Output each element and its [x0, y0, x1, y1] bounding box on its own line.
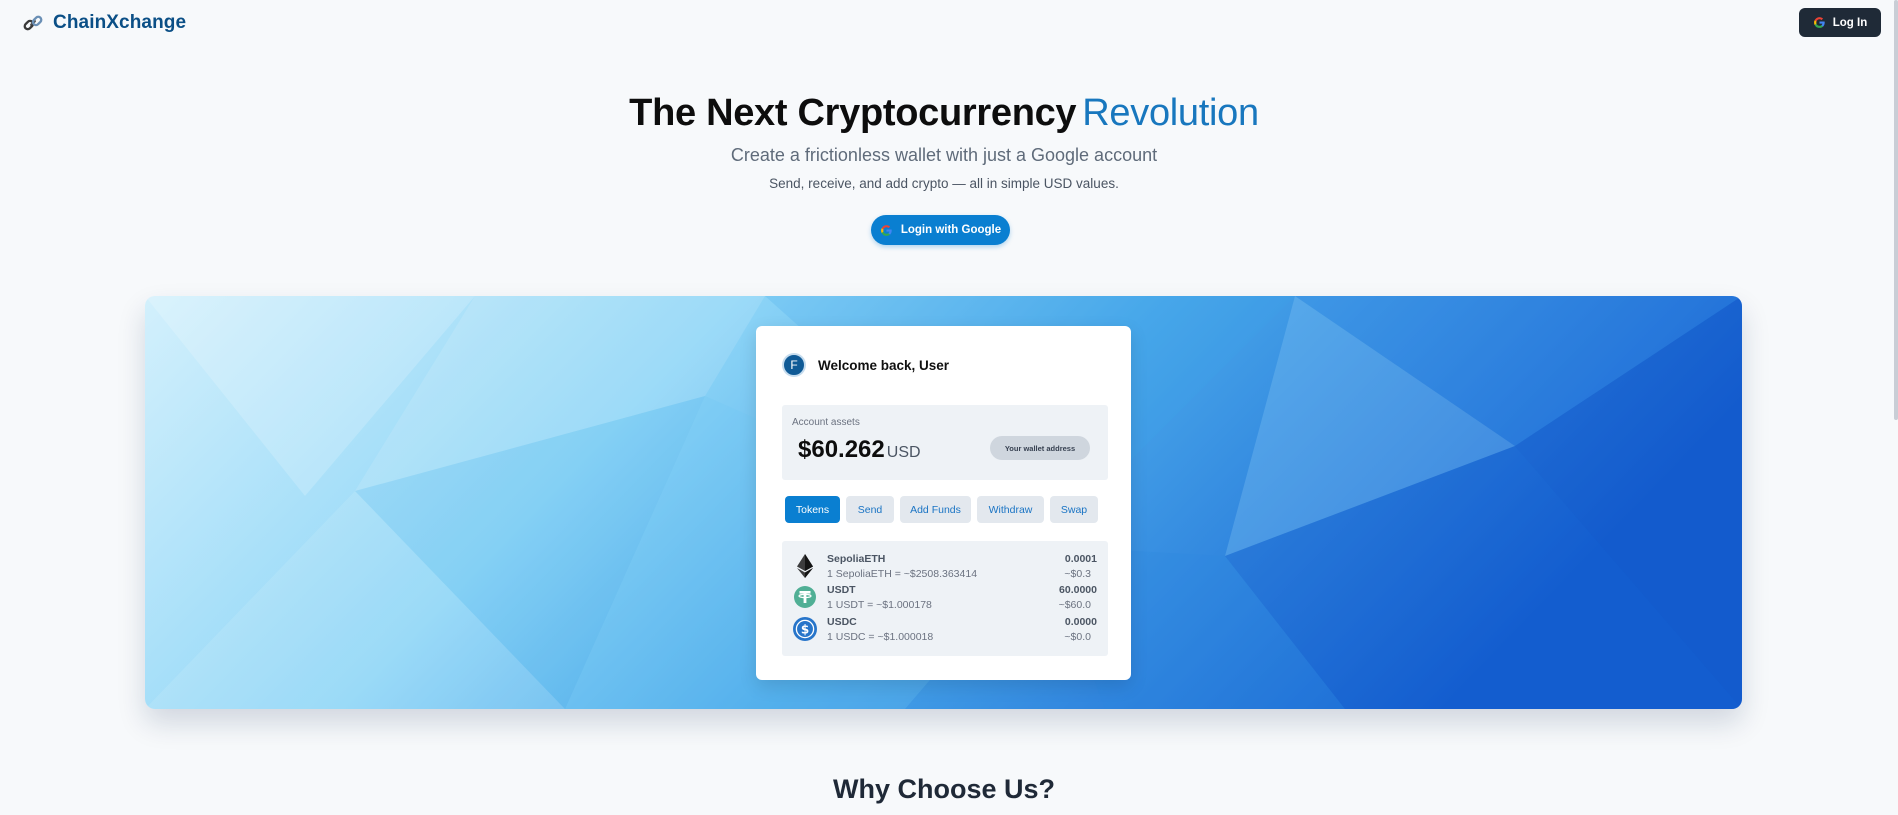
token-balance: 0.0000 — [1064, 616, 1097, 628]
login-with-google-button[interactable]: Login with Google — [871, 215, 1010, 245]
brand-logo[interactable]: ChainXchange — [22, 12, 186, 34]
hero-title-accent: Revolution — [1082, 92, 1259, 134]
tab-send[interactable]: Send — [846, 496, 894, 523]
login-button[interactable]: Log In — [1799, 8, 1881, 37]
hero-subtitle: Create a frictionless wallet with just a… — [730, 145, 1158, 165]
welcome-text: Welcome back, User — [818, 357, 950, 373]
tab-tokens[interactable]: Tokens — [785, 496, 840, 523]
token-row-usdt[interactable]: USDT 1 USDT = ~$1.000178 60.0000 ~$60.0 — [782, 584, 1108, 616]
tether-icon — [794, 586, 816, 608]
assets-value: $60.262 — [798, 436, 885, 463]
token-row-usdc[interactable]: $ USDC 1 USDC = ~$1.000018 0.0000 ~$0.0 — [782, 616, 1108, 648]
login-label: Log In — [1832, 16, 1868, 29]
hero-title-main: The Next Cryptocurrency — [629, 92, 1077, 134]
wallet-card: F Welcome back, User Account assets $60.… — [756, 326, 1131, 680]
avatar[interactable]: F — [782, 353, 806, 377]
usdc-icon: $ — [793, 617, 817, 641]
svg-text:$: $ — [801, 623, 809, 637]
scrollbar-thumb[interactable] — [1894, 0, 1898, 420]
token-usd-value: ~$60.0 — [1058, 599, 1091, 611]
token-rate: 1 USDC = ~$1.000018 — [827, 631, 934, 643]
token-usd-value: ~$0.0 — [1064, 631, 1091, 643]
welcome-header: F Welcome back, User — [782, 353, 949, 377]
token-list: SepoliaETH 1 SepoliaETH = ~$2508.363414 … — [782, 541, 1108, 656]
wallet-address-button[interactable]: Your wallet address — [990, 436, 1090, 460]
hero-description: Send, receive, and add crypto — all in s… — [769, 176, 1119, 191]
google-icon — [1813, 17, 1825, 28]
token-balance: 0.0001 — [1064, 553, 1097, 565]
token-row-sepoliaeth[interactable]: SepoliaETH 1 SepoliaETH = ~$2508.363414 … — [782, 553, 1108, 585]
account-assets-panel: Account assets $60.262 USD Your wallet ad… — [782, 405, 1108, 480]
google-icon — [880, 224, 892, 236]
assets-label: Account assets — [792, 417, 860, 428]
token-usd-value: ~$0.3 — [1064, 568, 1091, 580]
token-rate: 1 SepoliaETH = ~$2508.363414 — [827, 568, 978, 580]
assets-unit: USD — [886, 444, 921, 461]
token-name: USDT — [827, 584, 856, 596]
token-balance: 60.0000 — [1059, 584, 1097, 596]
assets-amount: $60.262 USD — [798, 436, 921, 464]
token-name: USDC — [827, 616, 857, 628]
tab-swap[interactable]: Swap — [1050, 496, 1098, 523]
hero-title: The Next Cryptocurrency Revolution — [0, 92, 1888, 135]
token-rate: 1 USDT = ~$1.000178 — [827, 599, 932, 611]
link-icon — [23, 15, 43, 31]
why-choose-us-heading: Why Choose Us? — [832, 774, 1055, 804]
ethereum-icon — [797, 554, 813, 578]
token-name: SepoliaETH — [827, 553, 886, 565]
tab-withdraw[interactable]: Withdraw — [977, 496, 1044, 523]
tab-add-funds[interactable]: Add Funds — [900, 496, 971, 523]
google-button-label: Login with Google — [900, 224, 1002, 236]
brand-name: ChainXchange — [53, 12, 187, 33]
wallet-tabs: Tokens Send Add Funds Withdraw Swap — [785, 496, 1098, 523]
